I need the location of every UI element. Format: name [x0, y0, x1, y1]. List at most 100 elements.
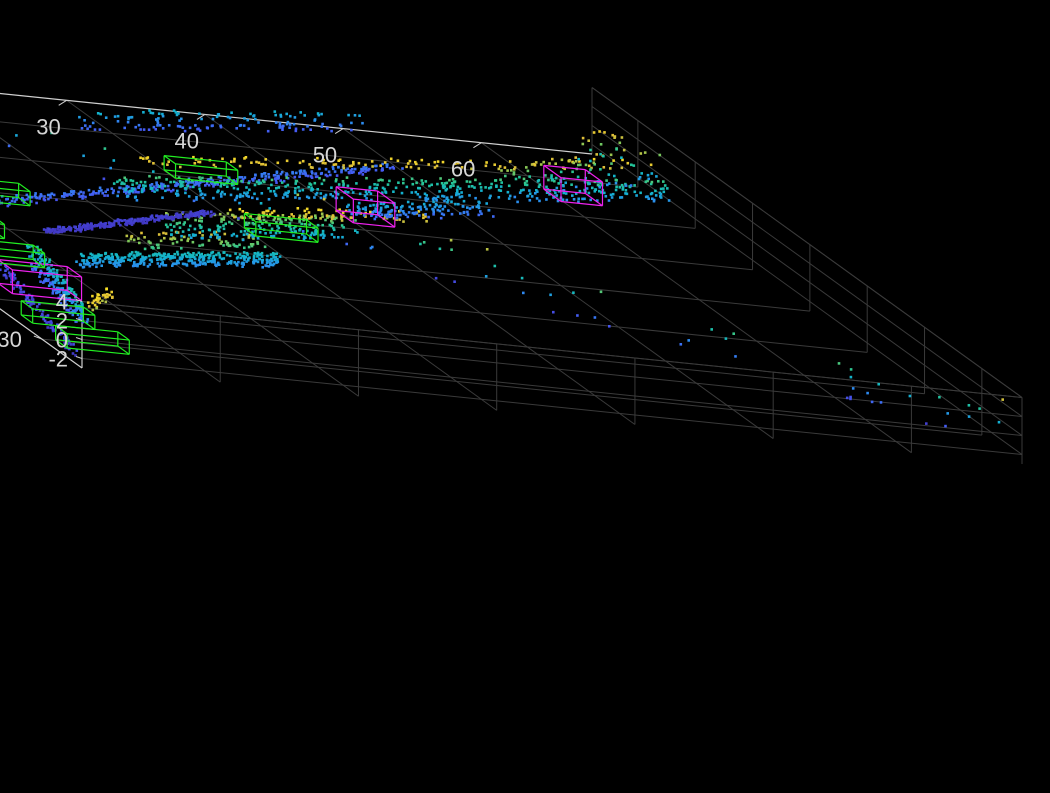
- cloud-point: [125, 179, 128, 182]
- cloud-point: [155, 181, 158, 184]
- cloud-point: [36, 305, 39, 308]
- cloud-point: [342, 164, 345, 167]
- cloud-point: [89, 226, 92, 229]
- cloud-point: [249, 113, 252, 116]
- cloud-point: [324, 219, 327, 222]
- cloud-point: [105, 301, 108, 304]
- cloud-point: [298, 220, 301, 223]
- cloud-point: [282, 125, 285, 128]
- cloud-point: [109, 257, 112, 260]
- cloud-point: [479, 183, 482, 186]
- cloud-point: [619, 142, 622, 145]
- cloud-point: [105, 116, 108, 119]
- cloud-point: [492, 215, 495, 218]
- cloud-point: [299, 111, 302, 114]
- cloud-point: [275, 261, 278, 264]
- cloud-point: [152, 162, 155, 165]
- cloud-point: [534, 192, 537, 195]
- cloud-point: [179, 226, 182, 229]
- cloud-point: [87, 318, 90, 321]
- cloud-point: [285, 113, 288, 116]
- cloud-point: [443, 195, 446, 198]
- cloud-point: [654, 190, 657, 193]
- cloud-point: [238, 202, 241, 205]
- cloud-point: [485, 202, 488, 205]
- cloud-point: [253, 258, 256, 261]
- cloud-point: [154, 128, 157, 131]
- cloud-point: [411, 208, 414, 211]
- cloud-point: [193, 200, 196, 203]
- cloud-point: [287, 121, 290, 124]
- cloud-point: [289, 115, 292, 118]
- cloud-point: [441, 182, 444, 185]
- cloud-point: [45, 231, 48, 234]
- cloud-point: [175, 192, 178, 195]
- cloud-point: [155, 177, 158, 180]
- cloud-point: [354, 114, 357, 117]
- cloud-point: [177, 253, 180, 256]
- cloud-point: [176, 183, 179, 186]
- cloud-point: [500, 189, 503, 192]
- cloud-point: [319, 217, 322, 220]
- cloud-point: [365, 197, 368, 200]
- cloud-point: [50, 322, 53, 325]
- cloud-point: [556, 187, 559, 190]
- cloud-point: [223, 218, 226, 221]
- cloud-point: [401, 192, 404, 195]
- cloud-point: [290, 213, 293, 216]
- cloud-point: [254, 174, 257, 177]
- cloud-point: [411, 203, 414, 206]
- cloud-point: [220, 195, 223, 198]
- cloud-point: [408, 211, 411, 214]
- cloud-point: [173, 181, 176, 184]
- cloud-point: [142, 187, 145, 190]
- cloud-point: [610, 194, 613, 197]
- cloud-point: [595, 153, 598, 156]
- cloud-point: [79, 309, 82, 312]
- cloud-point: [118, 221, 121, 224]
- cloud-point: [81, 127, 84, 130]
- cloud-point: [308, 197, 311, 200]
- cloud-point: [156, 124, 159, 127]
- cloud-point: [139, 157, 142, 160]
- cloud-point: [639, 176, 642, 179]
- cloud-point: [189, 225, 192, 228]
- cloud-point: [384, 161, 387, 164]
- cloud-point: [732, 332, 735, 335]
- cloud-point: [323, 179, 326, 182]
- cloud-point: [236, 264, 239, 267]
- cloud-point: [201, 234, 204, 237]
- cloud-point: [375, 169, 378, 172]
- cloud-point: [39, 280, 42, 283]
- cloud-point: [615, 147, 618, 150]
- cloud-point: [547, 179, 550, 182]
- cloud-point: [460, 191, 463, 194]
- cloud-point: [315, 172, 318, 175]
- cloud-point: [247, 182, 250, 185]
- cloud-point: [326, 175, 329, 178]
- cloud-point: [407, 201, 410, 204]
- cloud-point: [162, 255, 165, 258]
- cloud-point: [93, 300, 96, 303]
- cloud-point: [419, 196, 422, 199]
- cloud-point: [133, 239, 136, 242]
- cloud-point: [589, 199, 592, 202]
- cloud-point: [128, 191, 131, 194]
- cloud-point: [350, 129, 353, 132]
- cloud-point: [421, 182, 424, 185]
- cloud-point: [260, 202, 263, 205]
- cloud-point: [575, 186, 578, 189]
- cloud-point: [258, 161, 261, 164]
- cloud-point: [871, 401, 874, 404]
- cloud-point: [373, 210, 376, 213]
- cloud-point: [279, 255, 282, 258]
- cloud-point: [49, 269, 52, 272]
- cloud-point: [169, 257, 172, 260]
- cloud-point: [222, 224, 225, 227]
- cloud-point: [314, 217, 317, 220]
- cloud-point: [294, 182, 297, 185]
- cloud-point: [264, 178, 267, 181]
- cloud-point: [123, 183, 126, 186]
- cloud-point: [185, 180, 188, 183]
- cloud-point: [595, 188, 598, 191]
